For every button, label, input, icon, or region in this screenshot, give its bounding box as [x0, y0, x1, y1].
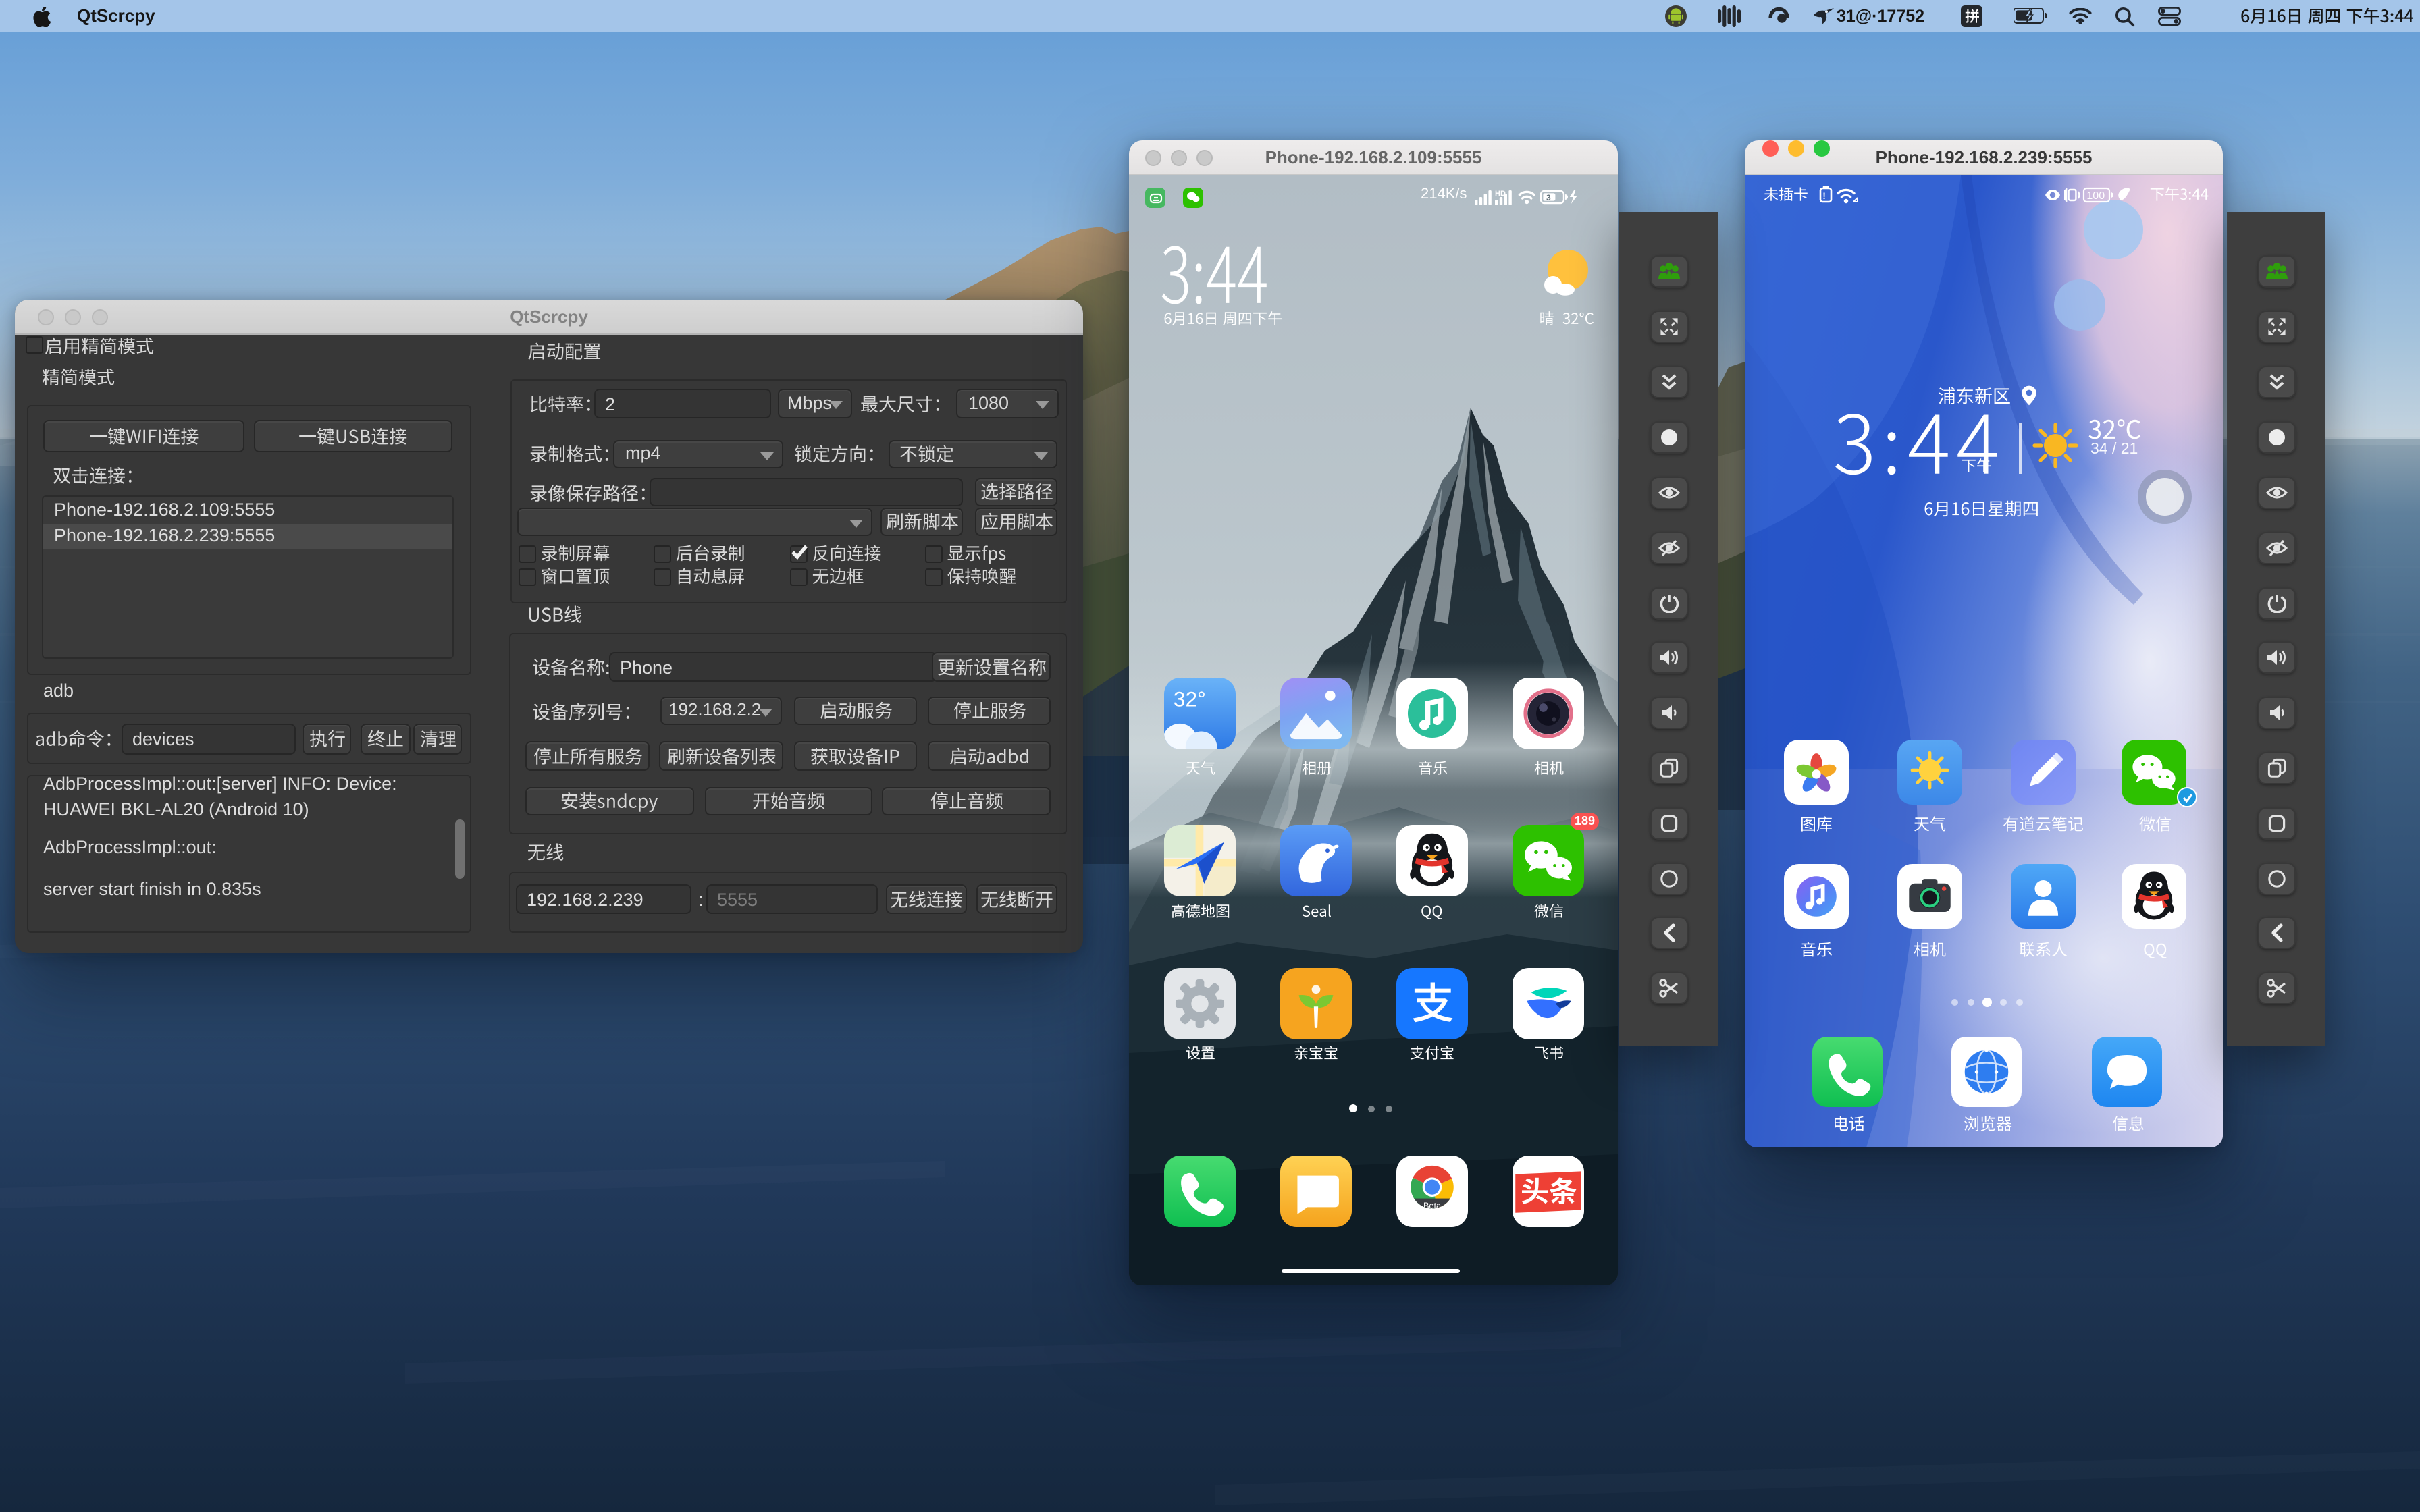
svg-text:32°: 32°: [1174, 686, 1206, 711]
svg-text:!: !: [1822, 190, 1826, 201]
svg-text:100: 100: [2086, 190, 2105, 202]
svg-text:HD: HD: [1495, 190, 1506, 198]
svg-text:3: 3: [1546, 193, 1551, 202]
